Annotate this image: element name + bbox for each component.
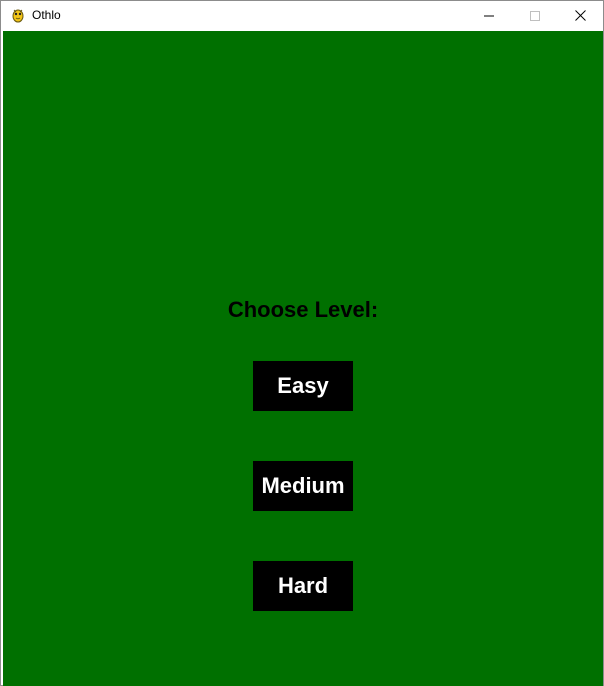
pygame-snake-icon (12, 9, 24, 23)
easy-button-label: Easy (277, 373, 329, 398)
medium-button-label: Medium (261, 473, 345, 498)
minimize-button[interactable] (466, 1, 512, 30)
title-bar[interactable]: Othlo (1, 1, 603, 30)
close-icon (574, 10, 586, 21)
medium-button[interactable]: Medium (253, 461, 353, 511)
app-window: Othlo Choose Level: Easy Medium Hard (0, 0, 604, 686)
game-canvas: Choose Level: Easy Medium Hard (3, 31, 603, 686)
maximize-button[interactable] (512, 1, 558, 30)
hard-button[interactable]: Hard (253, 561, 353, 611)
minimize-icon (484, 15, 494, 16)
choose-level-heading: Choose Level: (227, 297, 379, 322)
easy-button[interactable]: Easy (253, 361, 353, 411)
close-button[interactable] (557, 1, 603, 30)
hard-button-label: Hard (277, 573, 329, 598)
window-title: Othlo (32, 8, 61, 22)
maximize-icon (530, 10, 540, 21)
